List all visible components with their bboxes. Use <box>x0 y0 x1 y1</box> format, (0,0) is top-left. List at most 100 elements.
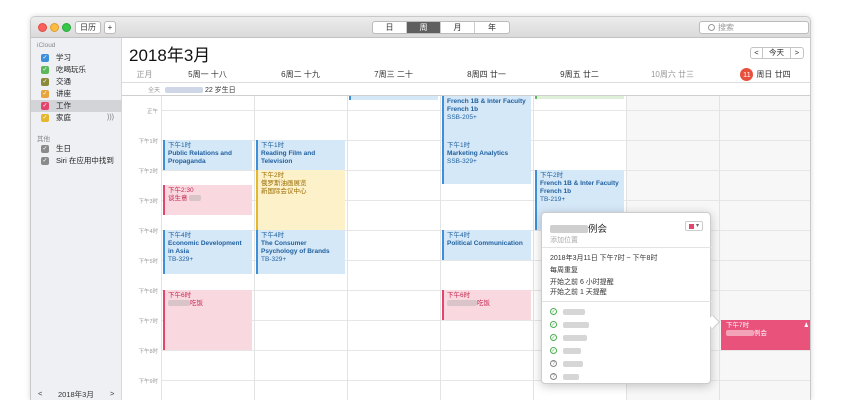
event-mon-dinner[interactable]: 下午6时 吃饭 <box>163 290 252 350</box>
calendar-label: 交通 <box>56 77 71 86</box>
checkbox-icon[interactable]: ✓ <box>41 145 49 153</box>
event-location: TB-329+ <box>261 256 287 263</box>
event-wed-continued[interactable] <box>349 96 438 100</box>
popover-title[interactable]: 例会 <box>550 221 607 235</box>
calendar-item-birthdays[interactable]: ✓ 生日 <box>31 143 122 155</box>
search-input[interactable]: 搜索 <box>699 21 809 34</box>
day-divider <box>440 96 441 400</box>
calendar-item-transport[interactable]: ✓ 交通 <box>31 76 122 88</box>
invitees-icon: ♟ <box>803 323 809 329</box>
event-title: Political Communication <box>447 240 523 247</box>
hour-label: 下午9时 <box>138 379 158 385</box>
event-alert-1[interactable]: 开始之前 6 小时提醒 <box>550 277 614 287</box>
day-header-fri[interactable]: 9周五 廿二 <box>533 68 626 81</box>
event-time: 下午4时 <box>261 232 285 239</box>
checkbox-icon[interactable]: ✓ <box>41 157 49 165</box>
hour-label: 下午3时 <box>138 199 158 205</box>
blurred-name <box>726 330 754 337</box>
blurred-name <box>563 373 579 380</box>
invitee-row[interactable]: ✓ <box>550 308 585 315</box>
view-year-tab[interactable]: 年 <box>475 22 509 33</box>
event-alert-2[interactable]: 开始之前 1 天提醒 <box>550 287 607 297</box>
event-fri-continued[interactable] <box>535 96 624 99</box>
previous-week-button[interactable]: < <box>751 48 763 58</box>
mini-prev-button[interactable]: < <box>38 389 42 398</box>
event-sun-meeting[interactable]: 下午7时 例会 ♟ <box>721 320 810 350</box>
event-thu-french[interactable]: French 1B & Inter Faculty French 1b SSB-… <box>442 96 531 140</box>
next-week-button[interactable]: > <box>791 48 803 58</box>
calendar-item-work[interactable]: ✓ 工作 <box>31 100 122 112</box>
calendar-color-picker[interactable]: ▾ <box>685 221 703 231</box>
event-tue-film[interactable]: 下午1时 Reading Film and Television <box>256 140 345 170</box>
calendar-item-siri[interactable]: ✓ Siri 在应用中找到 <box>31 155 122 167</box>
day-header-sat[interactable]: 10周六 廿三 <box>626 68 719 81</box>
event-thu-political[interactable]: 下午4时 Political Communication <box>442 230 531 260</box>
zoom-button[interactable] <box>62 23 71 32</box>
icloud-group-label: iCloud <box>37 42 56 49</box>
calendar-item-fun[interactable]: ✓ 吃喝玩乐 <box>31 64 122 76</box>
hour-label: 下午4时 <box>138 229 158 235</box>
mini-month-label: 2018年3月 <box>58 390 94 399</box>
day-header-thu[interactable]: 8周四 廿一 <box>440 68 533 81</box>
view-day-tab[interactable]: 日 <box>373 22 407 33</box>
event-mon-econ[interactable]: 下午4时 Economic Development in Asia TB-329… <box>163 230 252 274</box>
calendar-item-family[interactable]: ✓ 家庭))) <box>31 112 122 124</box>
checkbox-icon[interactable]: ✓ <box>41 102 49 110</box>
event-date-time[interactable]: 2018年3月11日 下午7时 ~ 下午8时 <box>550 253 657 263</box>
event-detail-popover: 例会 ▾ 添加位置 2018年3月11日 下午7时 ~ 下午8时 每周重复 开始… <box>541 212 721 384</box>
accepted-icon: ✓ <box>550 347 557 354</box>
hour-label: 下午1时 <box>138 139 158 145</box>
checkbox-icon[interactable]: ✓ <box>41 90 49 98</box>
today-button[interactable]: 今天 <box>763 48 791 58</box>
event-mon-business[interactable]: 下午2:30 谈生意 <box>163 185 252 215</box>
invitee-row[interactable]: ✓ <box>550 347 581 354</box>
event-title: French 1B & Inter Faculty French 1b <box>540 180 619 195</box>
day-header-mon[interactable]: 5周一 十八 <box>161 68 254 81</box>
all-day-event-label: 22 岁生日 <box>204 87 236 94</box>
calendars-button[interactable]: 日历 <box>75 21 101 34</box>
view-month-tab[interactable]: 月 <box>441 22 475 33</box>
event-title-row: 吃饭 <box>447 300 528 308</box>
event-tue-exhibition[interactable]: 下午2时 俄罗斯油画展览 新国际会议中心 <box>256 170 345 230</box>
event-title: Public Relations and Propaganda <box>168 150 232 165</box>
calendar-item-study[interactable]: ✓ 学习 <box>31 52 122 64</box>
invitee-row[interactable]: ? <box>550 373 579 380</box>
invitee-row[interactable]: ✓ <box>550 334 587 341</box>
invitee-row[interactable]: ✓ <box>550 321 589 328</box>
invitee-row[interactable]: ? <box>550 360 583 367</box>
blurred-name <box>563 334 587 341</box>
event-location: TB-329+ <box>168 256 194 263</box>
checkbox-icon[interactable]: ✓ <box>41 114 49 122</box>
calendar-item-lecture[interactable]: ✓ 讲座 <box>31 88 122 100</box>
close-button[interactable] <box>38 23 47 32</box>
toolbar: 日历 + 日 周 月 年 搜索 <box>31 17 810 38</box>
event-thu-marketing[interactable]: 下午1时 Marketing Analytics SSB-329+ <box>442 140 531 184</box>
day-header-wed[interactable]: 7周三 二十 <box>347 68 440 81</box>
day-divider <box>719 96 720 400</box>
mini-next-button[interactable]: > <box>110 389 114 398</box>
checkbox-icon[interactable]: ✓ <box>41 66 49 74</box>
calendar-label: 家庭 <box>56 113 71 122</box>
pending-icon: ? <box>550 373 557 380</box>
view-switcher: 日 周 月 年 <box>372 21 510 34</box>
blurred-name <box>563 347 581 354</box>
checkbox-icon[interactable]: ✓ <box>41 54 49 62</box>
view-week-tab[interactable]: 周 <box>407 22 441 33</box>
event-mon-pr[interactable]: 下午1时 Public Relations and Propaganda <box>163 140 252 170</box>
day-header-tue[interactable]: 6周二 十九 <box>254 68 347 81</box>
event-title: Marketing Analytics <box>447 150 509 157</box>
event-tue-consumer[interactable]: 下午4时 The Consumer Psychology of Brands T… <box>256 230 345 274</box>
minimize-button[interactable] <box>50 23 59 32</box>
event-thu-dinner[interactable]: 下午6时 吃饭 <box>442 290 531 320</box>
add-event-button[interactable]: + <box>104 21 116 34</box>
event-repeat[interactable]: 每周重复 <box>550 265 578 275</box>
all-day-event[interactable]: 22 岁生日 <box>165 85 236 95</box>
sidebar: iCloud ✓ 学习 ✓ 吃喝玩乐 ✓ 交通 ✓ 讲座 ✓ 工作 ✓ 家庭))) 其他 ✓… <box>31 38 122 400</box>
date-navigation: < 今天 > <box>750 47 804 59</box>
location-field[interactable]: 添加位置 <box>550 235 578 245</box>
all-day-label: 全天 <box>148 88 161 94</box>
event-title-row: 谈生意 <box>168 195 249 203</box>
day-header-sun[interactable]: 11 周日 廿四 <box>719 68 810 81</box>
accepted-icon: ✓ <box>550 308 557 315</box>
checkbox-icon[interactable]: ✓ <box>41 78 49 86</box>
